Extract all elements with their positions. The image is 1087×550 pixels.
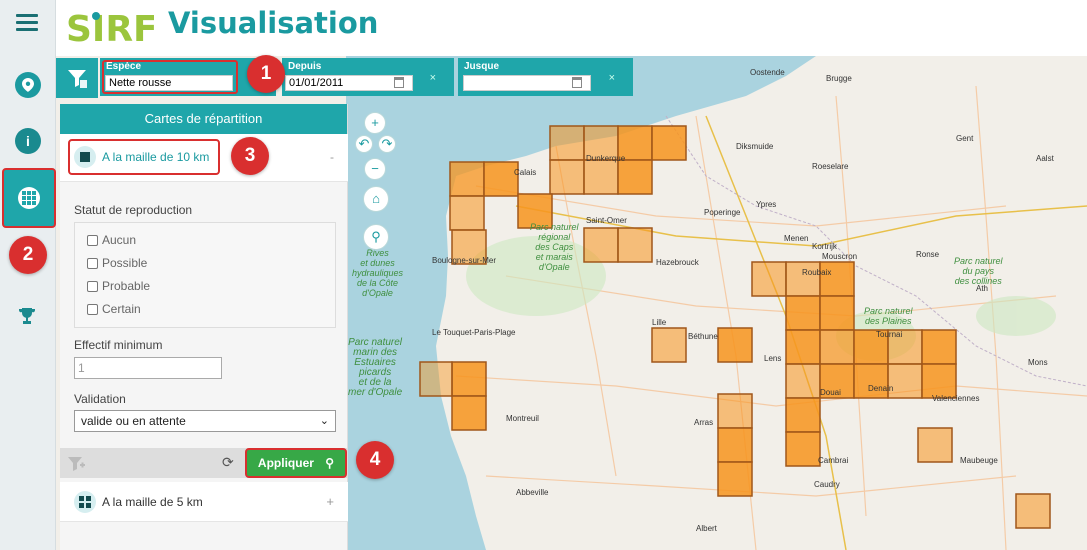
place-label: Lille xyxy=(652,318,667,327)
left-rail: i xyxy=(0,0,56,550)
place-label: Arras xyxy=(694,418,714,427)
park-label: Parc naturel du pays des collines xyxy=(954,256,1003,286)
park-label: Parc naturel des Plaines xyxy=(864,306,913,326)
share-icon[interactable]: ⚲ xyxy=(363,224,389,250)
depuis-filter: Depuis × xyxy=(282,58,454,96)
park-label: Parc naturel régional des Caps et marais… xyxy=(530,222,579,272)
redo-icon[interactable]: ↷ xyxy=(378,135,396,153)
place-label: Valenciennes xyxy=(932,394,980,403)
checkbox-possible[interactable]: Possible xyxy=(87,256,147,270)
distribution-panel: Cartes de répartition A la maille de 10 … xyxy=(60,104,348,550)
place-label: Douai xyxy=(820,388,841,397)
marker-3: 3 xyxy=(231,137,269,175)
place-label: Oostende xyxy=(750,68,785,77)
effectif-input[interactable]: 1 xyxy=(74,357,222,379)
search-icon: ⚲ xyxy=(325,456,335,470)
place-label: Brugge xyxy=(826,74,852,83)
square-grid-icon xyxy=(74,146,96,168)
jusque-label: Jusque xyxy=(464,61,500,72)
panel-title: Cartes de répartition xyxy=(60,104,347,134)
maille-10km-label: A la maille de 10 km xyxy=(102,150,210,164)
zoom-out-button[interactable]: − xyxy=(364,158,386,180)
statut-label: Statut de reproduction xyxy=(74,203,193,217)
place-label: Mouscron xyxy=(822,252,858,261)
place-label: Ypres xyxy=(756,200,777,209)
place-label: Hazebrouck xyxy=(656,258,699,267)
validation-label: Validation xyxy=(74,392,126,406)
zoom-in-button[interactable]: + xyxy=(364,112,386,134)
sirf-logo: SIRF xyxy=(66,8,154,48)
checkbox-certain[interactable]: Certain xyxy=(87,302,141,316)
place-label: Denain xyxy=(868,384,894,393)
place-label: Cambrai xyxy=(818,456,849,465)
place-label: Caudry xyxy=(814,480,840,489)
apply-button[interactable]: Appliquer ⚲ xyxy=(245,448,347,478)
chevron-down-icon: ⌄ xyxy=(319,415,329,427)
place-label: Mons xyxy=(1028,358,1048,367)
checkbox-aucun[interactable]: Aucun xyxy=(87,233,136,247)
location-icon[interactable] xyxy=(15,72,41,98)
undo-icon[interactable]: ↶ xyxy=(355,135,373,153)
place-label: Tournai xyxy=(876,330,903,339)
page-title: Visualisation xyxy=(168,6,379,40)
place-label: Menen xyxy=(784,234,809,243)
place-label: Abbeville xyxy=(516,488,549,497)
place-label: Kortrijk xyxy=(812,242,837,251)
effectif-label: Effectif minimum xyxy=(74,338,163,352)
refresh-icon[interactable]: ⟳ xyxy=(222,454,234,471)
place-label: Saint-Omer xyxy=(586,216,627,225)
marker-4: 4 xyxy=(356,441,394,479)
place-label: Boulogne-sur-Mer xyxy=(432,256,497,265)
trophy-icon[interactable] xyxy=(17,306,37,326)
place-label: Aalst xyxy=(1036,154,1054,163)
app-root: i SIRF Visualisation Oostende Brugge Gen… xyxy=(0,0,1087,550)
place-label: Roubaix xyxy=(802,268,832,277)
grid-icon xyxy=(74,491,96,513)
place-label: Roeselare xyxy=(812,162,849,171)
marker-1: 1 xyxy=(247,55,285,93)
maille-5km-row[interactable]: A la maille de 5 km + xyxy=(60,482,348,522)
place-label: Lens xyxy=(764,354,782,363)
place-label: Poperinge xyxy=(704,208,741,217)
place-label: Dunkerque xyxy=(586,154,626,163)
marker-2: 2 xyxy=(9,236,47,274)
depuis-label: Depuis xyxy=(288,61,322,72)
place-label: Gent xyxy=(956,134,974,143)
validation-select[interactable]: valide ou en attente ⌄ xyxy=(74,410,336,432)
app-header: SIRF Visualisation xyxy=(56,0,1087,56)
place-label: Montreuil xyxy=(506,414,539,423)
place-label: Ronse xyxy=(916,250,940,259)
checkbox-probable[interactable]: Probable xyxy=(87,279,150,293)
highlight-box-1 xyxy=(102,60,238,94)
expand-toggle[interactable]: + xyxy=(326,494,334,509)
place-label: Calais xyxy=(514,168,537,177)
home-icon[interactable]: ⌂ xyxy=(363,186,389,212)
clear-depuis-icon[interactable]: × xyxy=(430,72,436,84)
clear-jusque-icon[interactable]: × xyxy=(609,72,615,84)
jusque-filter: Jusque × xyxy=(458,58,633,96)
place-label: Le Touquet-Paris-Plage xyxy=(432,328,516,337)
place-label: Béthune xyxy=(688,332,718,341)
calendar-icon[interactable] xyxy=(394,77,404,88)
place-label: Albert xyxy=(696,524,717,533)
maille-5km-label: A la maille de 5 km xyxy=(102,495,203,509)
calendar-icon[interactable] xyxy=(572,77,582,88)
maille-10km-row[interactable]: A la maille de 10 km - xyxy=(60,134,348,182)
filter-icon[interactable] xyxy=(56,58,98,98)
filter-add-icon[interactable] xyxy=(66,453,86,473)
menu-icon[interactable] xyxy=(16,14,38,32)
collapse-toggle[interactable]: - xyxy=(330,150,334,164)
place-label: Maubeuge xyxy=(960,456,998,465)
grid-icon[interactable] xyxy=(2,168,56,228)
svg-text:SIRF: SIRF xyxy=(66,9,154,48)
statut-options: Aucun Possible Probable Certain xyxy=(74,222,336,328)
park-label: Parc naturel marin des Estuaires picards… xyxy=(348,337,403,398)
info-icon[interactable]: i xyxy=(15,128,41,154)
place-label: Diksmuide xyxy=(736,142,774,151)
park-label: Rives et dunes hydrauliques de la Côte d… xyxy=(352,248,404,298)
